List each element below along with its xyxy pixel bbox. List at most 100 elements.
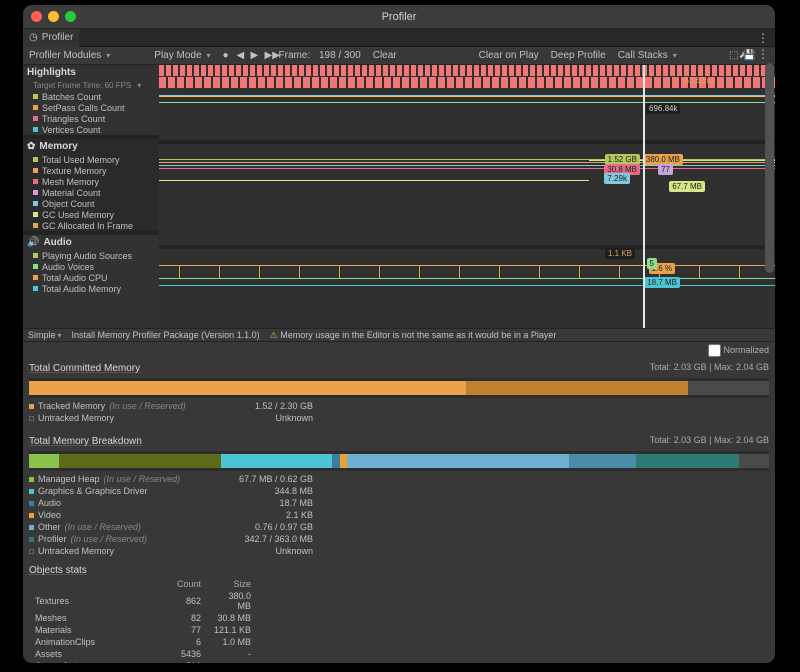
legend-label: Texture Memory bbox=[42, 166, 107, 176]
legend-label: Batches Count bbox=[42, 92, 101, 102]
legend-label: Total Audio CPU bbox=[42, 273, 108, 283]
module-memory[interactable]: ✿Memory Total Used MemoryTexture MemoryM… bbox=[23, 139, 159, 231]
row-swatch bbox=[29, 477, 34, 482]
profiler-modules-dropdown[interactable]: Profiler Modules bbox=[23, 47, 116, 65]
window-title: Profiler bbox=[382, 11, 417, 23]
legend-swatch bbox=[33, 168, 38, 173]
legend-swatch bbox=[33, 201, 38, 206]
legend-item[interactable]: Batches Count bbox=[23, 91, 159, 102]
chart-tag: 696.84k bbox=[646, 103, 680, 114]
legend-item[interactable]: Texture Memory bbox=[23, 165, 159, 176]
minimize-icon[interactable] bbox=[48, 11, 59, 22]
clear-on-play-toggle[interactable]: Clear on Play bbox=[473, 47, 545, 65]
legend-item[interactable]: Triangles Count bbox=[23, 113, 159, 124]
legend-swatch bbox=[33, 94, 38, 99]
frame-time-badge: 63.62ms bbox=[684, 76, 715, 85]
legend-label: Playing Audio Sources bbox=[42, 251, 132, 261]
close-icon[interactable] bbox=[31, 11, 42, 22]
speaker-icon: 🔊 bbox=[27, 237, 39, 248]
chart-tag: 5 bbox=[647, 258, 657, 269]
legend-item[interactable]: Material Count bbox=[23, 187, 159, 198]
deep-profile-toggle[interactable]: Deep Profile bbox=[545, 47, 612, 65]
next-frame-button[interactable]: ▶ bbox=[245, 47, 259, 65]
record-button[interactable]: ● bbox=[217, 47, 231, 65]
normalized-toggle[interactable]: Normalized bbox=[708, 344, 769, 357]
legend-swatch bbox=[33, 286, 38, 291]
legend-item[interactable]: GC Used Memory bbox=[23, 209, 159, 220]
frame-readout: Frame: 198 / 300 bbox=[273, 47, 367, 65]
legend-label: Total Audio Memory bbox=[42, 284, 121, 294]
legend-label: Triangles Count bbox=[42, 114, 105, 124]
legend-item[interactable]: Object Count bbox=[23, 198, 159, 209]
tab-bar: ◷ Profiler ⋮ bbox=[23, 29, 775, 47]
chart-panels[interactable]: CPU GPU 63.62ms 696.84k 1.52 GB 380.0 MB… bbox=[159, 65, 775, 328]
clear-button[interactable]: Clear bbox=[367, 47, 403, 65]
module-audio[interactable]: 🔊Audio Playing Audio SourcesAudio Voices… bbox=[23, 235, 159, 294]
detail-toolbar: Simple Install Memory Profiler Package (… bbox=[23, 328, 775, 342]
tab-profiler[interactable]: ◷ Profiler bbox=[23, 29, 79, 47]
table-row: Assets5436- bbox=[29, 648, 257, 660]
prev-frame-button[interactable]: ◀ bbox=[231, 47, 245, 65]
legend-swatch bbox=[33, 253, 38, 258]
target-frame-time[interactable]: Target Frame Time: 60 FPS▾ bbox=[23, 80, 159, 91]
view-mode-dropdown[interactable]: Simple bbox=[23, 330, 67, 340]
legend-swatch bbox=[33, 127, 38, 132]
legend-label: Vertices Count bbox=[42, 125, 101, 135]
row-swatch bbox=[29, 537, 34, 542]
total-committed-header: Total Committed Memory bbox=[29, 363, 140, 374]
save-icon[interactable]: 💾 bbox=[737, 47, 751, 65]
chart-tag: 18.7 MB bbox=[644, 277, 680, 288]
legend-swatch bbox=[33, 212, 38, 217]
scrollbar[interactable] bbox=[765, 63, 774, 323]
tcm-bar bbox=[29, 378, 769, 398]
legend-swatch bbox=[33, 179, 38, 184]
play-mode-dropdown[interactable]: Play Mode bbox=[148, 47, 216, 65]
legend-item[interactable]: Total Used Memory bbox=[23, 154, 159, 165]
chart-tag: 1.1 KB bbox=[605, 248, 635, 259]
module-highlights[interactable]: Highlights Target Frame Time: 60 FPS▾ Ba… bbox=[23, 65, 159, 135]
row-swatch bbox=[29, 489, 34, 494]
last-frame-button[interactable]: ▶▶ bbox=[259, 47, 273, 65]
memory-row: Graphics & Graphics Driver344.8 MB bbox=[29, 485, 769, 497]
memory-row: Untracked MemoryUnknown bbox=[29, 545, 769, 557]
legend-label: GC Allocated In Frame bbox=[42, 221, 133, 231]
legend-swatch bbox=[33, 264, 38, 269]
table-row: Game Objects510- bbox=[29, 660, 257, 663]
legend-label: Material Count bbox=[42, 188, 101, 198]
memory-row: Video2.1 KB bbox=[29, 509, 769, 521]
call-stacks-dropdown[interactable]: Call Stacks bbox=[612, 47, 683, 65]
tmb-total: Total: 2.03 GB | Max: 2.04 GB bbox=[650, 435, 769, 445]
legend-item[interactable]: Total Audio Memory bbox=[23, 283, 159, 294]
speedometer-icon: ◷ bbox=[29, 32, 38, 43]
table-row: Materials77121.1 KB bbox=[29, 624, 257, 636]
chart-tag: 77 bbox=[658, 164, 673, 175]
warning-label: ⚠ Memory usage in the Editor is not the … bbox=[265, 330, 562, 341]
gear-icon: ✿ bbox=[27, 141, 35, 152]
legend-item[interactable]: GC Allocated In Frame bbox=[23, 220, 159, 231]
row-swatch bbox=[29, 549, 34, 554]
legend-swatch bbox=[33, 157, 38, 162]
legend-item[interactable]: Playing Audio Sources bbox=[23, 250, 159, 261]
zoom-icon[interactable] bbox=[65, 11, 76, 22]
objects-stats-header: Objects stats bbox=[29, 565, 769, 576]
install-package-button[interactable]: Install Memory Profiler Package (Version… bbox=[67, 330, 265, 340]
legend-item[interactable]: Vertices Count bbox=[23, 124, 159, 135]
memory-row: Profiler (In use / Reserved)342.7 / 363.… bbox=[29, 533, 769, 545]
playhead[interactable] bbox=[643, 65, 645, 328]
legend-item[interactable]: Total Audio CPU bbox=[23, 272, 159, 283]
tmb-bar bbox=[29, 451, 769, 471]
toolbar-menu-icon[interactable]: ⋮ bbox=[751, 47, 775, 65]
legend-label: SetPass Calls Count bbox=[42, 103, 125, 113]
legend-swatch bbox=[33, 223, 38, 228]
memory-row: Other (In use / Reserved)0.76 / 0.97 GB bbox=[29, 521, 769, 533]
load-icon[interactable]: ⬚⬈ bbox=[723, 47, 737, 65]
legend-item[interactable]: Mesh Memory bbox=[23, 176, 159, 187]
tab-menu-icon[interactable]: ⋮ bbox=[751, 31, 775, 45]
row-swatch bbox=[29, 416, 34, 421]
legend-label: Mesh Memory bbox=[42, 177, 99, 187]
profiler-window: Profiler ◷ Profiler ⋮ Profiler Modules P… bbox=[23, 5, 775, 663]
legend-item[interactable]: SetPass Calls Count bbox=[23, 102, 159, 113]
row-swatch bbox=[29, 525, 34, 530]
legend-item[interactable]: Audio Voices bbox=[23, 261, 159, 272]
chart-tag: 7.29k bbox=[604, 173, 630, 184]
